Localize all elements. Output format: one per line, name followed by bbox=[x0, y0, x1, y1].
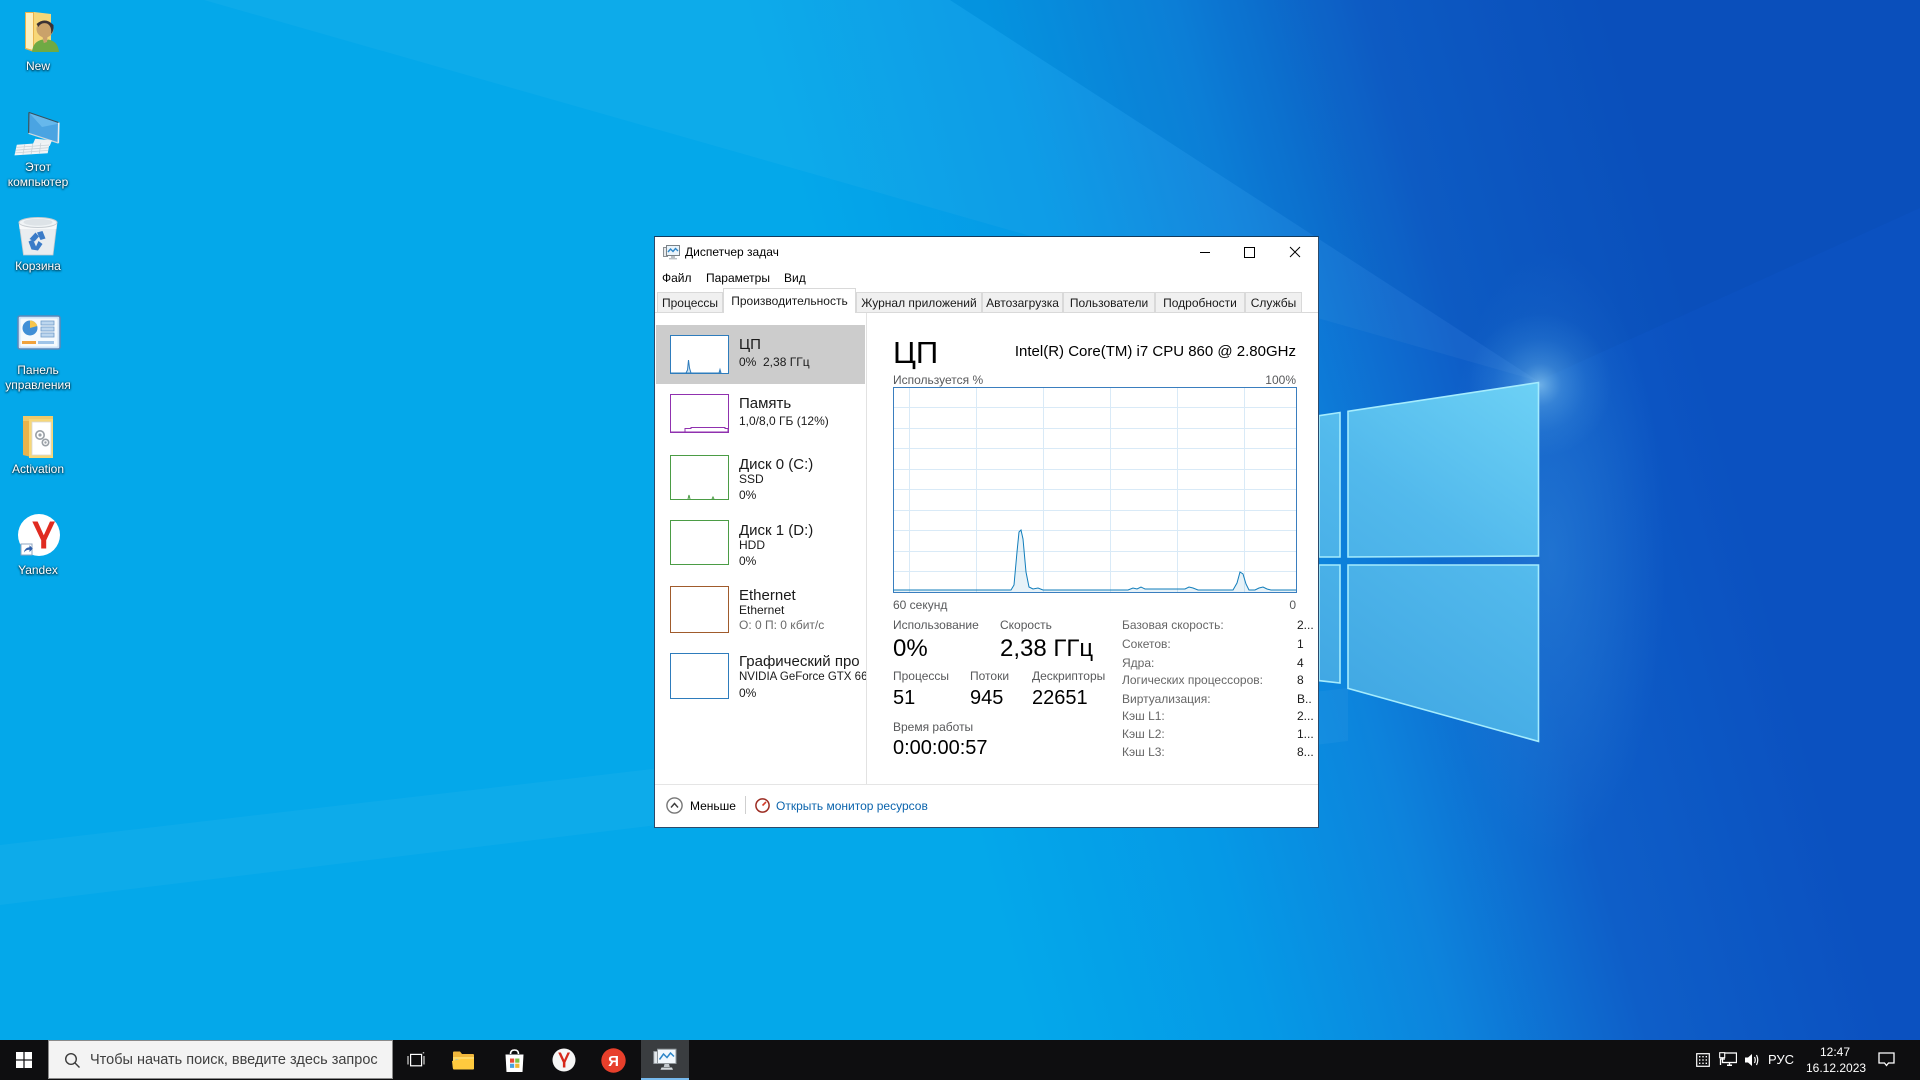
svg-text:Я: Я bbox=[608, 1053, 619, 1070]
